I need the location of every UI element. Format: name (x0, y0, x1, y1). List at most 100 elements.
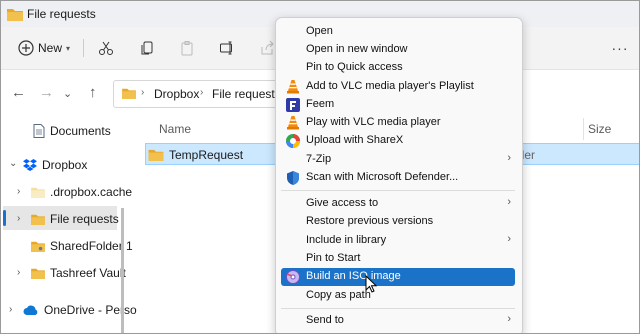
breadcrumb-file-requests[interactable]: File requests (212, 87, 281, 101)
context-menu: Open Open in new window Pin to Quick acc… (275, 17, 523, 333)
column-header-size[interactable]: Size (588, 122, 611, 136)
menu-item-send-to[interactable]: Send to › (281, 312, 515, 330)
new-button[interactable]: New ▾ (13, 27, 75, 69)
menu-item-vlc-playlist[interactable]: Add to VLC media player's Playlist (281, 78, 515, 96)
sidebar-item-label: Dropbox (42, 158, 88, 172)
chevron-right-icon: › (507, 233, 511, 245)
share-button[interactable] (257, 27, 277, 69)
mouse-cursor-icon (365, 275, 377, 293)
chevron-down-icon[interactable]: ⌄ (9, 158, 17, 169)
sidebar-item-label: Documents (50, 124, 111, 138)
menu-item-sharex[interactable]: Upload with ShareX (281, 132, 515, 150)
sharex-icon (286, 134, 300, 148)
sidebar-item-dropbox-cache[interactable]: .dropbox.cache (31, 181, 132, 203)
menu-item-give-access[interactable]: Give access to › (281, 195, 515, 213)
menu-item-label: Include in library (306, 234, 387, 246)
sidebar-item-file-requests[interactable]: File requests (31, 208, 119, 230)
folder-icon (31, 214, 45, 225)
chevron-right-icon[interactable]: › (17, 186, 20, 197)
menu-item-feem[interactable]: Feem (281, 96, 515, 114)
menu-item-include-library[interactable]: Include in library › (281, 232, 515, 250)
new-button-label: New (37, 41, 62, 55)
folder-icon (7, 9, 23, 21)
folder-icon (122, 88, 136, 99)
menu-item-build-iso[interactable]: Build an ISO image (281, 268, 515, 286)
address-bar[interactable]: › Dropbox › File requests › (113, 80, 295, 108)
recent-locations-button[interactable]: ⌄ (63, 87, 72, 100)
sidebar-item-dropbox[interactable]: Dropbox (23, 154, 87, 176)
menu-item-label: Open (306, 25, 333, 37)
rename-button[interactable] (217, 27, 237, 69)
window-title: File requests (27, 7, 96, 21)
breadcrumb-dropbox[interactable]: Dropbox (154, 87, 199, 101)
file-name: TempRequest (169, 148, 244, 162)
folder-icon (31, 268, 45, 279)
chevron-down-icon: ▾ (66, 43, 71, 53)
menu-item-pin-quick-access[interactable]: Pin to Quick access (281, 59, 515, 77)
clipboard-icon (181, 41, 193, 56)
chevron-right-icon: › (200, 87, 204, 98)
column-header-name[interactable]: Name (159, 122, 191, 136)
menu-separator (281, 308, 515, 309)
share-icon (261, 40, 274, 55)
folder-icon (31, 187, 45, 198)
chevron-right-icon[interactable]: › (17, 213, 20, 224)
disc-burner-icon (286, 270, 300, 284)
menu-item-label: Give access to (306, 197, 379, 209)
menu-item-defender-scan[interactable]: Scan with Microsoft Defender... (281, 169, 515, 187)
menu-item-copy-path[interactable]: Copy as path (281, 287, 515, 305)
menu-item-label: Scan with Microsoft Defender... (306, 171, 459, 183)
sidebar-item-tashreef-vault[interactable]: Tashreef Vault (31, 262, 126, 284)
chevron-right-icon: › (507, 152, 511, 164)
vlc-cone-icon (287, 80, 299, 94)
document-icon (33, 124, 45, 138)
column-divider[interactable] (583, 118, 584, 140)
folder-icon (148, 149, 164, 161)
menu-item-label: Build an ISO image (306, 270, 401, 282)
paste-button[interactable] (177, 27, 197, 69)
more-icon: ··· (611, 40, 629, 56)
menu-item-7zip[interactable]: 7-Zip › (281, 151, 515, 169)
cloud-icon (23, 305, 38, 315)
file-explorer-window: File requests New ▾ ··· ← → ⌄ ↑ › Dropbo… (0, 0, 640, 334)
menu-separator (281, 190, 515, 191)
scissors-icon (99, 41, 113, 55)
menu-item-label: Add to VLC media player's Playlist (306, 80, 474, 92)
navigation-pane: Documents ⌄ Dropbox › .dropbox.cache › F… (1, 114, 137, 333)
rename-icon (220, 41, 232, 55)
menu-item-vlc-play[interactable]: Play with VLC media player (281, 114, 515, 132)
menu-item-open-new-window[interactable]: Open in new window (281, 41, 515, 59)
sidebar-item-documents[interactable]: Documents (33, 120, 111, 142)
up-button[interactable]: ↑ (89, 84, 97, 101)
chevron-right-icon[interactable]: › (17, 267, 20, 278)
menu-item-label: Upload with ShareX (306, 134, 404, 146)
sidebar-item-onedrive[interactable]: OneDrive - Perso (23, 299, 137, 321)
menu-item-open[interactable]: Open (281, 23, 515, 41)
chevron-right-icon: › (507, 313, 511, 325)
forward-button[interactable]: → (39, 84, 54, 101)
menu-item-label: Pin to Quick access (306, 61, 403, 73)
copy-button[interactable] (137, 27, 157, 69)
chevron-right-icon: › (141, 87, 145, 98)
menu-item-label: Play with VLC media player (306, 116, 441, 128)
shield-icon (287, 171, 299, 185)
shared-folder-icon (31, 241, 45, 252)
menu-item-pin-start[interactable]: Pin to Start (281, 250, 515, 268)
feem-icon (286, 98, 300, 112)
sidebar-item-label: File requests (50, 212, 119, 226)
chevron-right-icon[interactable]: › (9, 304, 12, 315)
dropbox-icon (23, 159, 37, 171)
toolbar-divider (83, 39, 84, 57)
menu-item-label: Feem (306, 98, 335, 110)
more-options-button[interactable]: ··· (605, 27, 635, 69)
menu-item-label: Copy as path (306, 289, 371, 301)
menu-item-label: Open in new window (306, 43, 408, 55)
sidebar-item-sharedfolder-1[interactable]: SharedFolder 1 (31, 235, 133, 257)
menu-item-label: Pin to Start (306, 252, 361, 264)
back-button[interactable]: ← (11, 84, 26, 101)
plus-circle-icon (18, 40, 34, 56)
sidebar-scrollbar[interactable] (121, 208, 124, 333)
menu-item-restore-versions[interactable]: Restore previous versions (281, 213, 515, 231)
cut-button[interactable] (95, 27, 117, 69)
sidebar-item-label: Tashreef Vault (50, 266, 126, 280)
